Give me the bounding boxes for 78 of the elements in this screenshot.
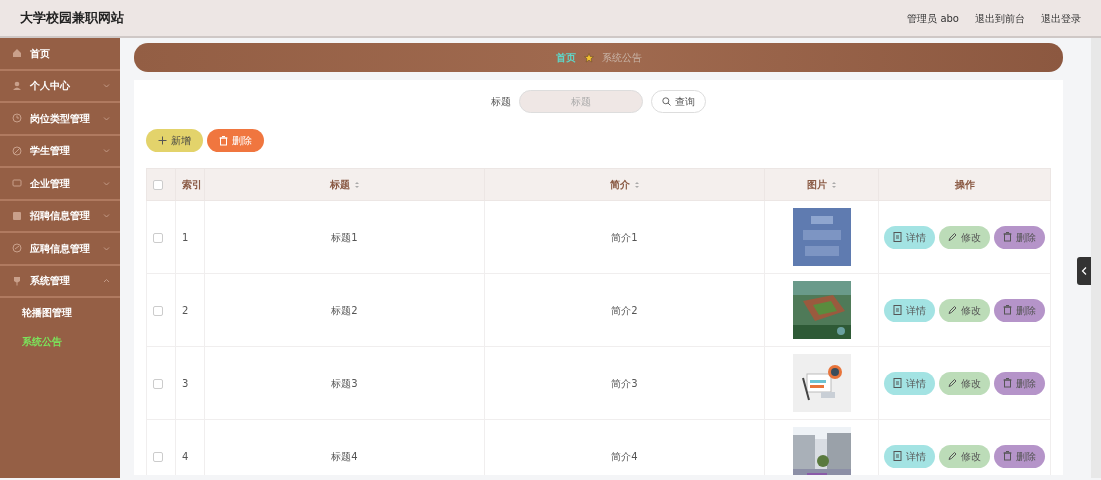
menu-item[interactable]: 企业管理 bbox=[0, 168, 120, 201]
checkbox[interactable] bbox=[153, 451, 163, 462]
column-header[interactable]: 简介 bbox=[609, 179, 630, 190]
delete-button[interactable]: 删除 bbox=[994, 444, 1045, 468]
detail-button[interactable]: 详情 bbox=[884, 298, 935, 322]
table-cell: 简介3 bbox=[611, 377, 638, 389]
trash-icon bbox=[219, 135, 228, 146]
delete-button[interactable]: 删除 bbox=[994, 225, 1045, 249]
trash-icon bbox=[1003, 305, 1012, 315]
pencil-icon bbox=[948, 305, 957, 315]
menu-item[interactable]: 首页 bbox=[0, 38, 120, 71]
checkbox[interactable] bbox=[153, 378, 163, 389]
table-cell: 2 bbox=[182, 304, 189, 316]
user-name: 管理员 abo bbox=[907, 11, 959, 26]
search-icon bbox=[662, 97, 671, 106]
edit-button[interactable]: 修改 bbox=[939, 371, 990, 395]
trash-icon bbox=[1003, 232, 1012, 242]
clock-icon bbox=[12, 113, 22, 124]
delete-button[interactable]: 删除 bbox=[994, 371, 1045, 395]
table-cell: 简介4 bbox=[611, 450, 638, 462]
submenu-item[interactable]: 系统公告 bbox=[0, 327, 120, 356]
header-link[interactable]: 退出登录 bbox=[1041, 10, 1081, 26]
table-cell: 简介2 bbox=[611, 304, 638, 316]
chevron-left-icon bbox=[1081, 267, 1087, 275]
pencil-icon bbox=[948, 232, 957, 242]
checkbox[interactable] bbox=[153, 180, 163, 190]
column-header[interactable]: 图片 bbox=[806, 179, 827, 190]
menu-item[interactable]: 系统管理 bbox=[0, 265, 120, 298]
home-icon bbox=[12, 48, 22, 59]
table-cell: 标题2 bbox=[331, 304, 358, 316]
table-cell: 3 bbox=[182, 377, 189, 389]
menu-item[interactable]: 个人中心 bbox=[0, 70, 120, 103]
trash-icon bbox=[1003, 451, 1012, 461]
search-button[interactable]: 查询 bbox=[651, 90, 706, 113]
sort-icon bbox=[633, 181, 640, 189]
sort-icon bbox=[353, 181, 360, 189]
site-title: 大学校园兼职网站 bbox=[20, 9, 124, 28]
breadcrumb-item: 系统公告 bbox=[601, 51, 642, 65]
header-link[interactable]: 退出到前台 bbox=[975, 10, 1025, 26]
table-cell: 标题4 bbox=[331, 450, 358, 462]
delete-button[interactable]: 删除 bbox=[207, 129, 264, 152]
menu-item[interactable]: 招聘信息管理 bbox=[0, 200, 120, 233]
user-icon bbox=[12, 80, 22, 91]
search-label: 标题 bbox=[491, 95, 511, 109]
column-header: 操作 bbox=[954, 179, 975, 190]
detail-button[interactable]: 详情 bbox=[884, 371, 935, 395]
column-header: 索引 bbox=[182, 179, 202, 190]
table-cell: 标题3 bbox=[331, 377, 358, 389]
detail-button[interactable]: 详情 bbox=[884, 225, 935, 249]
table-cell: 简介1 bbox=[611, 231, 638, 243]
pencil-icon bbox=[948, 451, 957, 461]
edit-button[interactable]: 修改 bbox=[939, 444, 990, 468]
edit-button[interactable]: 修改 bbox=[939, 298, 990, 322]
submenu-item[interactable]: 轮播图管理 bbox=[0, 298, 120, 327]
star-icon bbox=[583, 52, 594, 63]
detail-button[interactable]: 详情 bbox=[884, 444, 935, 468]
table-cell: 1 bbox=[182, 231, 189, 243]
pencil-icon bbox=[948, 378, 957, 388]
collapse-tab[interactable] bbox=[1077, 257, 1091, 285]
table-cell: 4 bbox=[182, 450, 189, 462]
message-icon bbox=[12, 178, 22, 189]
checkbox[interactable] bbox=[153, 232, 163, 243]
pin-icon bbox=[12, 275, 22, 286]
edit-button[interactable]: 修改 bbox=[939, 225, 990, 249]
add-button[interactable]: 新增 bbox=[146, 129, 203, 152]
scrollbar[interactable] bbox=[1091, 38, 1101, 478]
checkbox[interactable] bbox=[153, 305, 163, 316]
column-header[interactable]: 标题 bbox=[329, 179, 350, 190]
trash-icon bbox=[1003, 378, 1012, 388]
delete-button[interactable]: 删除 bbox=[994, 298, 1045, 322]
menu-item[interactable]: 岗位类型管理 bbox=[0, 103, 120, 136]
plus-icon bbox=[158, 135, 167, 146]
sort-icon bbox=[830, 181, 837, 189]
menu-item[interactable]: 学生管理 bbox=[0, 135, 120, 168]
table-cell: 标题1 bbox=[331, 231, 358, 243]
search-field[interactable]: 标题 bbox=[519, 90, 643, 113]
menu-item[interactable]: 应聘信息管理 bbox=[0, 233, 120, 266]
slash-circle-icon bbox=[12, 145, 22, 156]
